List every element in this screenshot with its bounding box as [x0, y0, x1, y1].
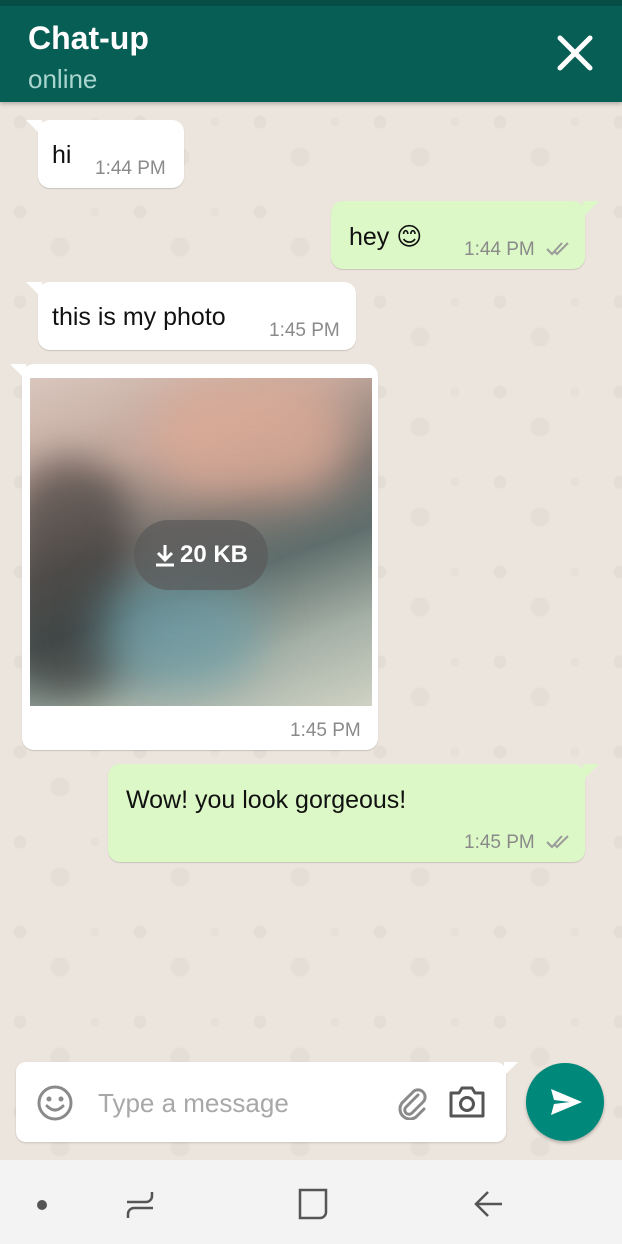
close-button[interactable] — [556, 34, 594, 72]
contact-status: online — [28, 64, 98, 94]
message-bubble-incoming[interactable]: this is my photo 1:45 PM — [26, 282, 356, 350]
emoji-icon — [37, 1085, 73, 1121]
emoji-button[interactable] — [36, 1084, 74, 1127]
bubble-tail — [583, 764, 599, 780]
read-ticks-icon — [546, 242, 569, 256]
message-bubble-outgoing[interactable]: Wow! you look gorgeous! 1:45 PM — [108, 764, 599, 862]
download-size: 20 KB — [179, 541, 249, 568]
system-navigation-bar — [0, 1160, 622, 1244]
download-button[interactable]: 20 KB — [134, 520, 268, 590]
blurred-photo[interactable]: 20 KB — [30, 378, 372, 706]
bubble-tail — [26, 282, 42, 298]
message-time: 1:45 PM — [290, 720, 361, 741]
message-time: 1:45 PM — [269, 320, 340, 341]
camera-icon — [449, 1086, 485, 1118]
bubble-tail — [583, 201, 599, 217]
message-input[interactable] — [96, 1080, 380, 1126]
bubble-tail — [10, 364, 26, 380]
close-icon — [557, 35, 593, 71]
message-text: this is my photo — [52, 303, 226, 331]
recent-apps-icon — [126, 1192, 154, 1218]
attach-button[interactable] — [396, 1086, 428, 1125]
message-bubble-outgoing[interactable]: hey 😊 1:44 PM — [331, 201, 599, 269]
recent-apps-button[interactable] — [124, 1190, 156, 1225]
back-button[interactable] — [472, 1188, 504, 1225]
message-bubble-incoming[interactable]: hi 1:44 PM — [26, 120, 184, 188]
photo-blur-shape — [100, 578, 260, 688]
message-text: Wow! you look gorgeous! — [126, 786, 407, 814]
message-composer — [16, 1062, 518, 1142]
chat-header: Chat-up online — [0, 0, 622, 102]
bubble-tail — [26, 120, 42, 136]
message-time: 1:44 PM — [95, 158, 166, 179]
dot-icon — [37, 1200, 47, 1210]
send-button[interactable] — [526, 1063, 604, 1141]
composer-tail — [504, 1062, 518, 1076]
read-ticks-icon — [546, 835, 569, 849]
message-text: hi — [52, 141, 72, 169]
camera-button[interactable] — [448, 1084, 486, 1125]
message-time: 1:45 PM — [464, 832, 535, 853]
back-icon — [474, 1191, 502, 1217]
download-icon — [155, 545, 174, 567]
attach-icon — [398, 1088, 427, 1121]
photo-message-bubble[interactable]: 20 KB 1:45 PM — [10, 364, 378, 750]
message-text: hey 😊 — [349, 223, 423, 251]
home-icon — [298, 1188, 328, 1220]
contact-name[interactable]: Chat-up — [28, 20, 149, 57]
photo-blur-shape — [150, 378, 350, 498]
send-icon — [551, 1089, 582, 1115]
message-time: 1:44 PM — [464, 239, 535, 260]
home-button[interactable] — [297, 1187, 329, 1226]
dot-button[interactable] — [36, 1198, 48, 1216]
